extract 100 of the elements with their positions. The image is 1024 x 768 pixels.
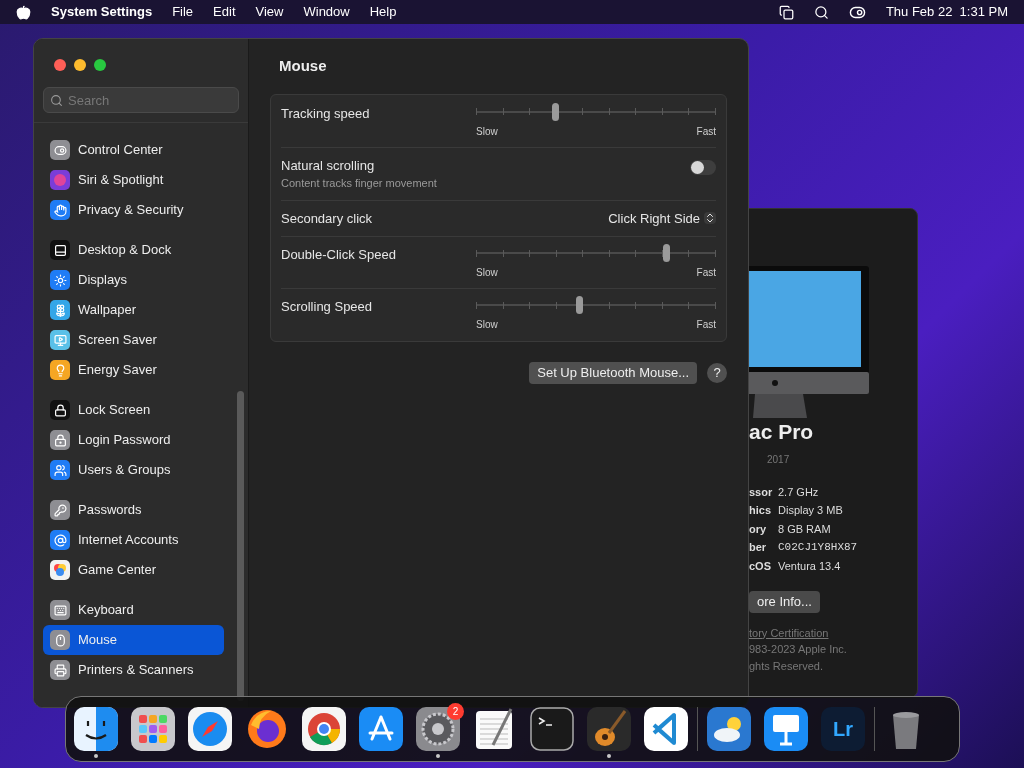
spec-label: ssor xyxy=(749,484,774,500)
sidebar-item[interactable]: Lock Screen xyxy=(43,395,224,425)
sidebar-item[interactable]: Keyboard xyxy=(43,595,224,625)
sidebar-item[interactable]: Passwords xyxy=(43,495,224,525)
popup-select[interactable]: Click Right Side xyxy=(608,208,716,228)
slider-track[interactable] xyxy=(476,245,716,261)
slider-track[interactable] xyxy=(476,103,716,120)
sidebar-item[interactable]: Control Center xyxy=(43,135,224,165)
gear-icon[interactable] xyxy=(416,706,460,751)
slider-thumb[interactable] xyxy=(576,296,584,314)
spec-value: Display 3 MB xyxy=(778,503,843,518)
sidebar-item-label: Siri & Spotlight xyxy=(78,171,164,190)
menu-item[interactable]: View xyxy=(255,2,284,22)
sidebar-item-label: Game Center xyxy=(78,561,157,580)
menu-item[interactable]: Edit xyxy=(213,2,236,22)
spec-value: C02CJ1Y8HX87 xyxy=(778,540,858,555)
setting-label: Secondary click xyxy=(281,209,373,228)
menu-item[interactable]: Help xyxy=(369,2,397,22)
setup-bluetooth-button[interactable]: Set Up Bluetooth Mouse... xyxy=(529,362,697,384)
up-down-chevron-icon xyxy=(704,212,716,225)
terminal-icon[interactable] xyxy=(530,706,574,751)
sidebar-item[interactable]: Displays xyxy=(43,265,224,295)
sidebar-item[interactable]: Privacy & Security xyxy=(43,195,224,225)
page-title: Mouse xyxy=(279,56,328,76)
sidebar-item[interactable]: Login Password xyxy=(43,425,224,455)
spec-label: hics xyxy=(749,503,772,518)
sidebar-item-label: Login Password xyxy=(78,431,171,450)
sidebar-item[interactable]: Siri & Spotlight xyxy=(43,165,224,195)
help-button[interactable]: ? xyxy=(707,362,727,383)
copyright-text: 983-2023 Apple Inc. xyxy=(749,642,848,657)
more-info-button[interactable]: ore Info... xyxy=(749,591,820,613)
slider-min-label: Slow xyxy=(476,124,498,139)
setting-label: Natural scrolling xyxy=(281,156,376,175)
setting-label: Tracking speed xyxy=(281,104,370,123)
close-button[interactable] xyxy=(54,59,66,71)
sidebar-item-label: Printers & Scanners xyxy=(78,661,194,680)
smiling-face-icon[interactable] xyxy=(74,706,118,751)
setting-description: Content tracks finger movement xyxy=(281,176,437,191)
sidebar-item-label: Desktop & Dock xyxy=(78,241,172,260)
copyright-text: ghts Reserved. xyxy=(749,658,824,674)
slider-track[interactable] xyxy=(476,297,716,313)
slider-min-label: Slow xyxy=(476,318,498,332)
slider-thumb[interactable] xyxy=(662,244,670,262)
slider-min-label: Slow xyxy=(476,266,498,280)
sidebar-item-label: Screen Saver xyxy=(78,331,157,350)
sidebar-item-label: Privacy & Security xyxy=(78,201,184,220)
sidebar-item-label: Energy Saver xyxy=(78,361,157,380)
compass-icon[interactable] xyxy=(188,706,232,751)
windows-icon[interactable] xyxy=(778,4,794,20)
certification-link[interactable]: tory Certification xyxy=(749,624,917,641)
search-icon xyxy=(50,94,63,107)
podium-icon[interactable] xyxy=(764,706,808,751)
setting-label: Scrolling Speed xyxy=(281,298,373,316)
toggle-switch[interactable] xyxy=(690,159,716,175)
color-wheel-icon[interactable] xyxy=(302,706,346,751)
app-grid-icon[interactable] xyxy=(131,706,175,751)
slider-max-label: Fast xyxy=(696,318,716,332)
sidebar-item[interactable]: Mouse xyxy=(43,625,224,655)
sidebar-item-label: Keyboard xyxy=(78,601,134,620)
sidebar-item-label: Passwords xyxy=(78,501,142,520)
slider-max-label: Fast xyxy=(696,124,716,139)
setting-label: Double-Click Speed xyxy=(281,246,396,264)
spec-value: Ventura 13.4 xyxy=(778,558,841,574)
spec-label: cOS xyxy=(749,558,772,574)
sidebar-item-label: Lock Screen xyxy=(78,401,151,420)
sidebar-item[interactable]: Users & Groups xyxy=(43,455,224,485)
zoom-button[interactable] xyxy=(94,59,106,71)
menu-item[interactable]: File xyxy=(172,2,194,22)
model-year: 2017 xyxy=(767,452,791,467)
notification-badge: 2 xyxy=(447,702,464,720)
sidebar-item[interactable]: Wallpaper xyxy=(43,295,224,325)
menu-clock[interactable]: Thu Feb 22 1:31 PM xyxy=(885,2,1008,22)
slider-max-label: Fast xyxy=(696,266,716,280)
code-editor-icon[interactable] xyxy=(644,706,688,751)
sidebar-item-label: Displays xyxy=(78,271,128,290)
minimize-button[interactable] xyxy=(74,59,86,71)
model-name: ac Pro xyxy=(749,419,815,445)
guitar-icon[interactable] xyxy=(587,706,631,751)
sidebar-item-label: Users & Groups xyxy=(78,461,171,480)
spec-label: ber xyxy=(749,540,768,555)
sidebar-item-label: Control Center xyxy=(78,141,163,160)
sidebar-item-label: Wallpaper xyxy=(78,301,137,320)
sidebar-item[interactable]: Screen Saver xyxy=(43,325,224,355)
menu-app-name[interactable]: System Settings xyxy=(51,2,153,22)
sidebar-item[interactable]: Desktop & Dock xyxy=(43,235,224,265)
sidebar-item[interactable]: Internet Accounts xyxy=(43,525,224,555)
sidebar-item[interactable]: Energy Saver xyxy=(43,355,224,385)
sidebar-item-label: Mouse xyxy=(78,631,118,650)
search-icon[interactable] xyxy=(813,4,829,20)
sidebar-item[interactable]: Game Center xyxy=(43,555,224,585)
sidebar-item-label: Internet Accounts xyxy=(78,531,179,550)
search-field[interactable]: Search xyxy=(43,87,239,113)
app-tile[interactable]: Lr xyxy=(821,706,865,751)
spec-label: ory xyxy=(749,521,768,537)
menu-item[interactable]: Window xyxy=(303,2,350,22)
spec-value: 2.7 GHz xyxy=(778,484,819,500)
sidebar-item[interactable]: Printers & Scanners xyxy=(43,655,224,685)
apple-icon[interactable] xyxy=(16,4,31,20)
cloud-sun-icon[interactable] xyxy=(707,706,751,751)
slider-thumb[interactable] xyxy=(552,102,560,121)
